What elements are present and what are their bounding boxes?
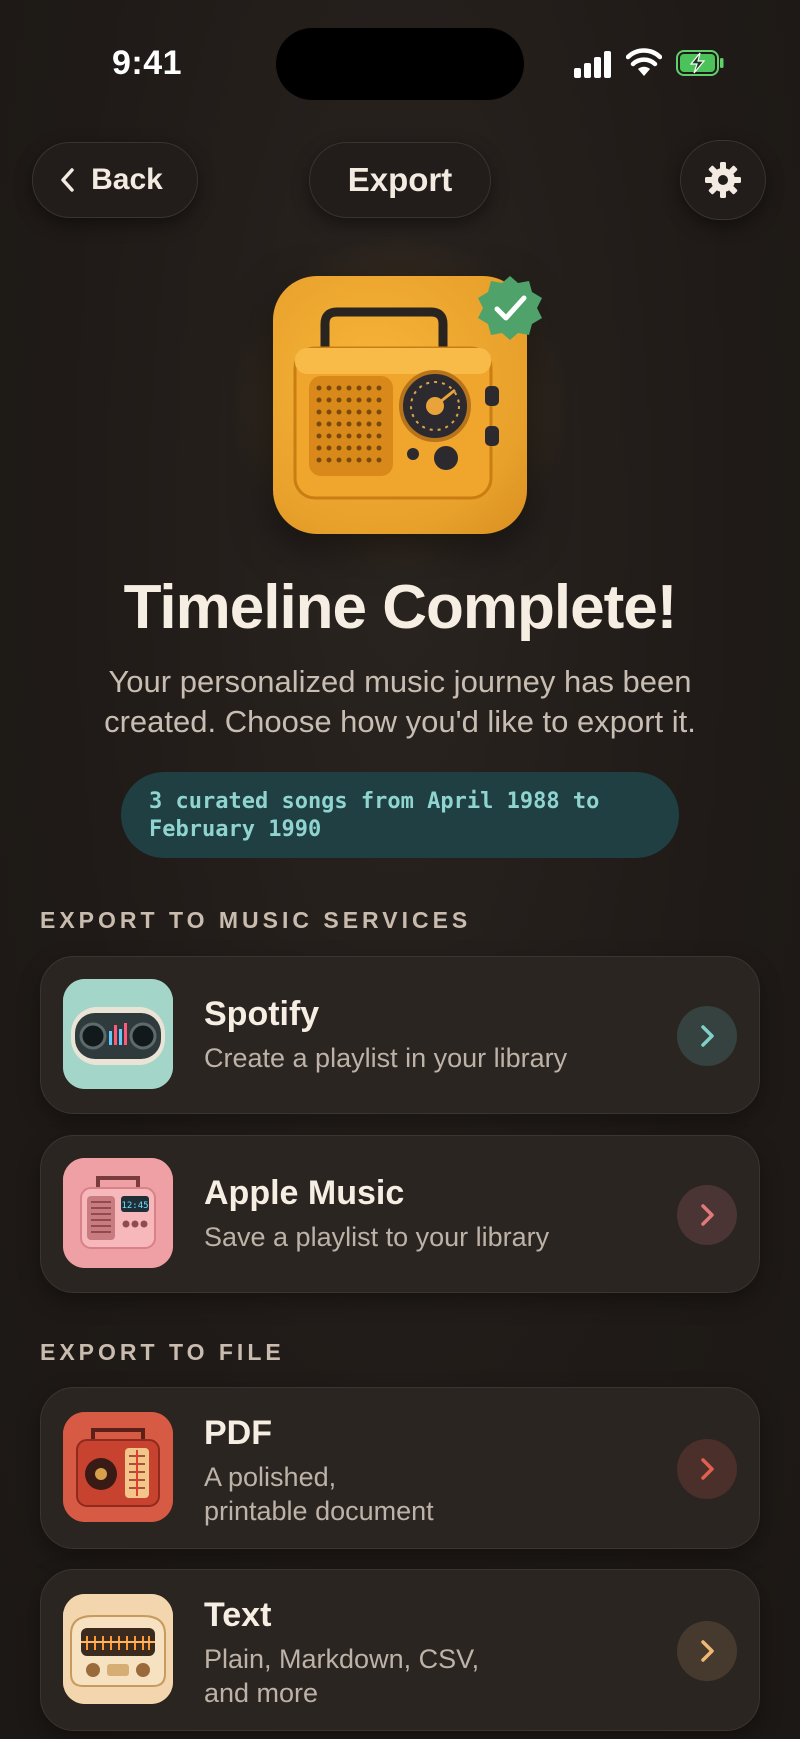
apple-music-option[interactable]: 12:45 Apple Music Save a playlist to you… [40, 1135, 760, 1293]
summary-line-1: 3 curated songs from April 1988 to [149, 789, 600, 814]
check-badge-icon [478, 276, 542, 340]
apple-music-title: Apple Music [204, 1174, 405, 1212]
chevron-right-icon [677, 1185, 737, 1245]
spotify-desc: Create a playlist in your library [204, 1043, 568, 1073]
text-desc-line-2: and more [204, 1678, 319, 1708]
summary-line-2: February 1990 [149, 817, 322, 842]
subline: Your personalized music journey has been… [104, 664, 696, 739]
section-label-file: EXPORT TO FILE [40, 1339, 285, 1365]
pdf-radio-icon [63, 1412, 173, 1522]
back-button[interactable]: Back [32, 142, 198, 218]
chevron-right-icon [677, 1006, 737, 1066]
settings-button[interactable] [680, 140, 766, 220]
pdf-title: PDF [204, 1414, 272, 1452]
page-title: Export [309, 142, 491, 218]
headline: Timeline Complete! [123, 573, 678, 642]
summary-pill: 3 curated songs from April 1988 to Febru… [121, 772, 679, 858]
pdf-desc-line-1: A polished, [204, 1462, 337, 1492]
status-time: 9:41 [112, 44, 183, 82]
pdf-option[interactable]: PDF A polished, printable document [40, 1387, 760, 1549]
dynamic-island [276, 28, 524, 100]
text-option[interactable]: Text Plain, Markdown, CSV, and more [40, 1569, 760, 1731]
pdf-desc-line-2: printable document [204, 1496, 434, 1526]
text-desc: Plain, Markdown, CSV, and more [204, 1642, 604, 1710]
text-radio-icon [63, 1594, 173, 1704]
status-bar: 9:41 [0, 0, 800, 120]
spotify-radio-icon [63, 979, 173, 1089]
section-label-music-services: EXPORT TO MUSIC SERVICES [40, 907, 472, 933]
back-label: Back [91, 163, 163, 196]
apple-music-radio-icon: 12:45 [63, 1158, 173, 1268]
chevron-right-icon [677, 1439, 737, 1499]
wifi-icon [626, 48, 662, 76]
gear-icon [705, 162, 741, 198]
battery-charging-icon [676, 50, 724, 76]
text-title: Text [204, 1596, 272, 1634]
chevron-right-icon [677, 1621, 737, 1681]
svg-text:12:45: 12:45 [121, 1201, 148, 1211]
apple-music-desc: Save a playlist to your library [204, 1222, 550, 1252]
chevron-left-icon [61, 168, 74, 192]
text-desc-line-1: Plain, Markdown, CSV, [204, 1644, 480, 1674]
pdf-desc: A polished, printable document [204, 1460, 604, 1528]
spotify-option[interactable]: Spotify Create a playlist in your librar… [40, 956, 760, 1114]
cellular-signal-icon [574, 50, 614, 78]
spotify-title: Spotify [204, 995, 320, 1033]
